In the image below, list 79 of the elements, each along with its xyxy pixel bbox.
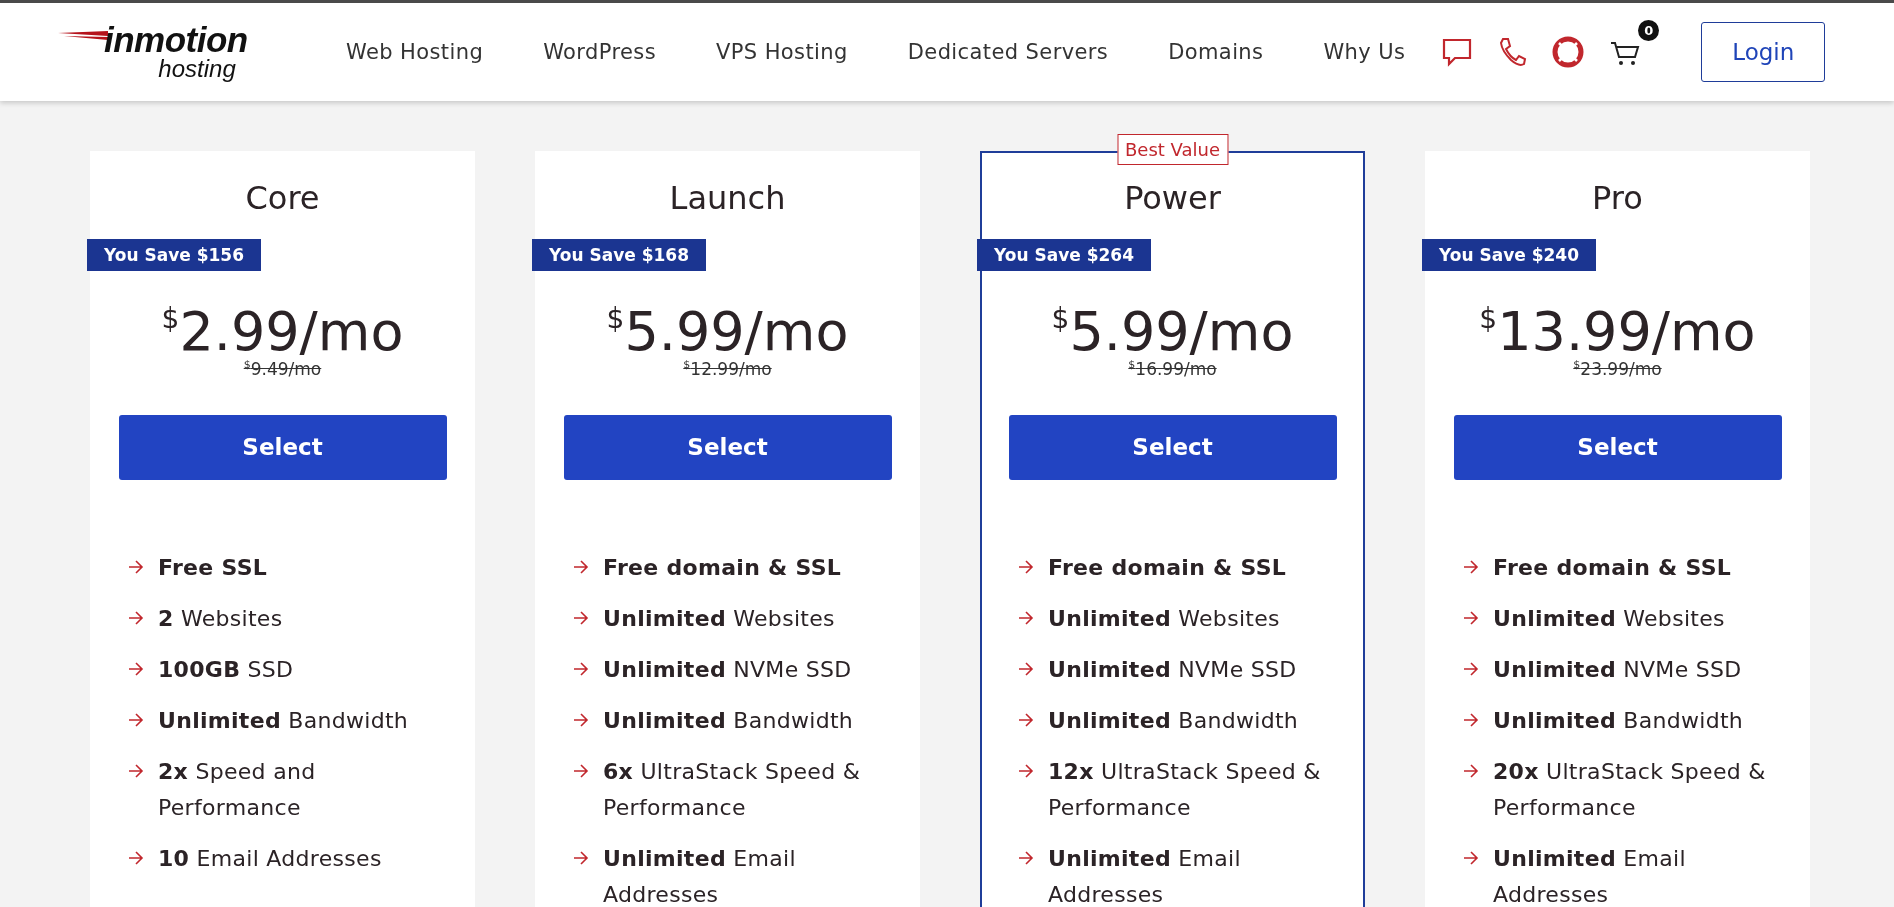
feature-text: Free domain & SSL [1493, 553, 1732, 582]
feature-text: 2 Websites [158, 604, 283, 633]
arrow-icon [573, 559, 589, 574]
logo-wordmark: inmotion [104, 23, 248, 57]
feature-text: Unlimited Bandwidth [603, 706, 854, 735]
arrow-icon [1463, 712, 1479, 727]
arrow-icon [573, 763, 589, 778]
arrow-icon [1463, 763, 1479, 778]
feature-text: Free domain & SSL [603, 553, 842, 582]
arrow-icon [128, 763, 144, 778]
nav-link[interactable]: WordPress [543, 40, 656, 64]
nav-link[interactable]: Domains [1168, 40, 1264, 64]
savings-badge: You Save $264 [977, 239, 1151, 271]
arrow-icon [128, 610, 144, 625]
savings-badge: You Save $168 [532, 239, 706, 271]
feature-text: Unlimited NVMe SSD [1048, 655, 1297, 684]
arrow-icon [128, 712, 144, 727]
arrow-icon [1463, 610, 1479, 625]
original-price: $^{$}$23.99/mo [1573, 358, 1662, 379]
arrow-icon [573, 610, 589, 625]
logo-subtitle: hosting [158, 57, 236, 81]
nav-link[interactable]: VPS Hosting [716, 40, 848, 64]
arrow-icon [1018, 559, 1034, 574]
arrow-icon [573, 661, 589, 676]
arrow-icon [128, 661, 144, 676]
feature-text: 20x UltraStack Speed & Performance [1493, 757, 1767, 822]
feature-text: 12x UltraStack Speed & Performance [1048, 757, 1322, 822]
feature-text: 6x UltraStack Speed & Performance [603, 757, 862, 822]
feature-text: Unlimited Bandwidth [158, 706, 409, 735]
feature-text: Unlimited Bandwidth [1493, 706, 1744, 735]
arrow-icon [573, 850, 589, 865]
nav-link[interactable]: Dedicated Servers [907, 40, 1109, 64]
login-button[interactable]: Login [1701, 22, 1826, 82]
plan-name: Core [245, 179, 320, 217]
plan-name: Power [1124, 179, 1221, 217]
plan-name: Pro [1592, 179, 1643, 217]
feature-text: Free SSL [158, 553, 268, 582]
plan-name: Launch [669, 179, 786, 217]
lifebuoy-icon[interactable] [1551, 35, 1586, 69]
feature-text: Unlimited Email Addresses [603, 844, 797, 907]
feature-text: 2x Speed and Performance [158, 757, 317, 822]
feature-text: 10 Email Addresses [158, 844, 382, 873]
arrow-icon [128, 850, 144, 865]
feature-text: Unlimited Email Addresses [1048, 844, 1242, 907]
feature-text: Unlimited NVMe SSD [1493, 655, 1742, 684]
arrow-icon [1018, 661, 1034, 676]
arrow-icon [1463, 850, 1479, 865]
arrow-icon [1018, 712, 1034, 727]
arrow-icon [128, 559, 144, 574]
select-button[interactable]: Select [1008, 414, 1337, 480]
best-value-badge: Best Value [1117, 134, 1228, 165]
feature-text: Unlimited Websites [1493, 604, 1725, 633]
nav-link[interactable]: Why Us [1323, 40, 1406, 64]
cart-count-badge: 0 [1638, 20, 1660, 41]
arrow-icon [573, 712, 589, 727]
feature-text: Unlimited Websites [1048, 604, 1280, 633]
original-price: $^{$}$12.99/mo [683, 358, 772, 379]
logo[interactable]: inmotion hosting [58, 23, 278, 81]
select-button[interactable]: Select [563, 414, 892, 480]
nav-link[interactable]: Web Hosting [346, 40, 484, 64]
select-button[interactable]: Select [118, 414, 447, 480]
arrow-icon [1463, 661, 1479, 676]
arrow-icon [1018, 850, 1034, 865]
phone-icon[interactable] [1497, 36, 1528, 68]
arrow-icon [1018, 763, 1034, 778]
savings-badge: You Save $156 [87, 239, 261, 271]
feature-text: Unlimited Bandwidth [1048, 706, 1299, 735]
feature-text: Unlimited NVMe SSD [603, 655, 852, 684]
savings-badge: You Save $240 [1422, 239, 1596, 271]
original-price: $^{$}$9.49/mo [243, 358, 322, 379]
arrow-icon [1018, 610, 1034, 625]
chat-icon[interactable] [1441, 36, 1474, 68]
select-button[interactable]: Select [1453, 414, 1782, 480]
feature-text: Free domain & SSL [1048, 553, 1287, 582]
feature-text: Unlimited Email Addresses [1493, 844, 1687, 907]
arrow-icon [1463, 559, 1479, 574]
feature-text: Unlimited Websites [603, 604, 835, 633]
original-price: $^{$}$16.99/mo [1128, 358, 1217, 379]
feature-text: 100GB SSD [158, 655, 294, 684]
